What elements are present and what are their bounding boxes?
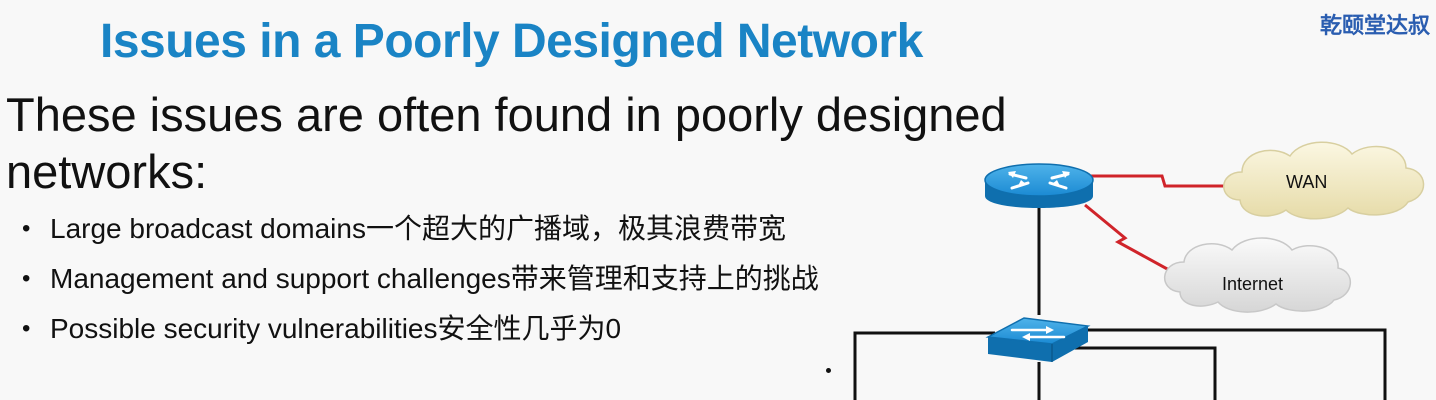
bullet-list: • Large broadcast domains一个超大的广播域，极其浪费带宽… xyxy=(22,207,819,357)
lan-link-left xyxy=(853,331,995,400)
watermark-logo: 乾颐堂达叔 xyxy=(1320,13,1431,39)
bullet-item: • Management and support challenges带来管理和… xyxy=(22,257,819,307)
slide-title: Issues in a Poorly Designed Network xyxy=(100,15,923,68)
wan-serial-link xyxy=(1090,174,1232,188)
bullet-item: • Large broadcast domains一个超大的广播域，极其浪费带宽 xyxy=(22,207,819,257)
bullet-text: Management and support challenges带来管理和支持… xyxy=(50,263,819,294)
bullet-text: Large broadcast domains一个超大的广播域，极其浪费带宽 xyxy=(50,213,786,244)
internet-serial-link xyxy=(1084,203,1181,278)
lan-link-right xyxy=(1088,328,1387,400)
bullet-dot: • xyxy=(22,315,31,342)
bullet-text: Possible security vulnerabilities安全性几乎为0 xyxy=(50,313,622,344)
wan-cloud-icon: WAN xyxy=(1223,141,1425,220)
stray-dot xyxy=(826,368,831,373)
internet-label: Internet xyxy=(1222,274,1283,294)
wan-label: WAN xyxy=(1286,172,1327,192)
network-diagram: WAN Internet xyxy=(853,141,1425,400)
bullet-dot: • xyxy=(22,265,31,292)
bullet-item: • Possible security vulnerabilities安全性几乎… xyxy=(22,307,819,357)
bullet-dot: • xyxy=(22,215,31,242)
lan-link-mid xyxy=(1068,346,1217,400)
switch-icon xyxy=(985,317,1091,362)
internet-cloud-icon: Internet xyxy=(1163,237,1351,313)
router-icon xyxy=(984,163,1094,208)
